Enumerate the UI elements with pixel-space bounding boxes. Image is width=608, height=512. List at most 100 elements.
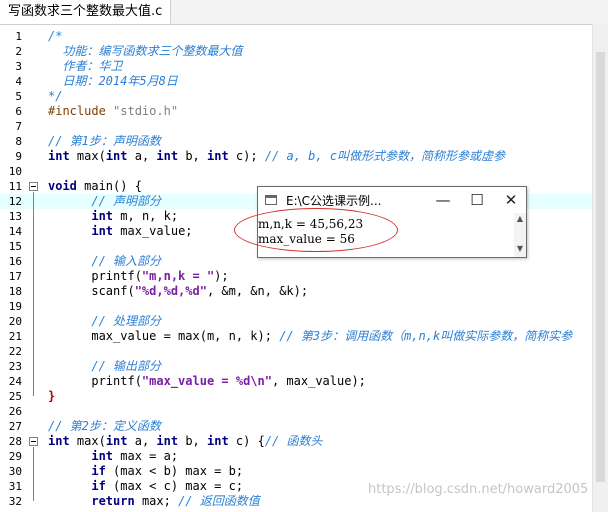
code-text: int max_value; [48,224,192,239]
console-output-line: m,n,k = 45,56,23 [258,217,364,231]
code-token: // 返回函数值 [178,494,260,508]
line-number: 25 [8,390,22,403]
code-text: // 输入部分 [48,254,161,269]
console-window[interactable]: E:\C公选课示例... — ☐ ✕ m,n,k = 45,56,23 max_… [257,186,527,258]
code-token: 功能：编写函数求三个整数最大值 [48,44,243,58]
code-token: if [91,464,106,478]
line-number: 28 [8,435,22,448]
code-line[interactable]: 6 #include "stdio.h" [0,104,592,119]
code-token: c); [228,149,265,163]
code-line[interactable]: 2 功能：编写函数求三个整数最大值 [0,44,592,59]
line-number: 27 [8,420,22,433]
code-text: 日期：2014年5月8日 [48,74,178,89]
code-text: /* [48,29,62,44]
console-title: E:\C公选课示例... [286,194,382,208]
line-number: 20 [8,315,22,328]
code-line[interactable]: 20 // 处理部分 [0,314,592,329]
code-token: int [91,209,114,223]
code-text: return max; // 返回函数值 [48,494,260,509]
code-line[interactable]: 7 [0,119,592,134]
code-line[interactable]: 28 int max(int a, int b, int c) {// 函数头 [0,434,592,449]
scroll-up-arrow-icon[interactable]: ▲ [515,214,525,223]
code-line[interactable]: 19 [0,299,592,314]
code-text: */ [48,89,62,104]
code-text: scanf("%d,%d,%d", &m, &n, &k); [48,284,308,299]
code-token: #include [48,104,114,118]
code-token: int [156,149,179,163]
line-number: 7 [15,120,22,133]
code-line[interactable]: 24 printf("max_value = %d\n", max_value)… [0,374,592,389]
code-line[interactable]: 29 int max = a; [0,449,592,464]
line-number: 16 [8,255,22,268]
code-token: "stdio.h" [113,104,179,118]
code-token: int [156,434,179,448]
code-token: main() { [76,179,142,193]
tab-file[interactable]: 写函数求三个整数最大值.c [0,0,172,24]
code-line[interactable]: 5 */ [0,89,592,104]
fold-guide [33,192,34,396]
code-token: int [105,434,128,448]
code-token: int [48,149,70,163]
code-token: int [91,224,114,238]
code-token: printf( [48,374,142,388]
code-line[interactable]: 25} [0,389,592,404]
code-token: max( [69,434,106,448]
code-line[interactable]: 17 printf("m,n,k = "); [0,269,592,284]
code-token: int [207,149,229,163]
code-token: void [48,179,77,193]
line-number: 10 [8,165,22,178]
code-line[interactable]: 4 日期：2014年5月8日 [0,74,592,89]
code-line[interactable]: 27 // 第2步：定义函数 [0,419,592,434]
console-titlebar[interactable]: E:\C公选课示例... — ☐ ✕ [258,187,526,213]
fold-toggle-icon[interactable] [29,182,38,191]
line-number: 17 [8,270,22,283]
code-line[interactable]: 1 /* [0,29,592,44]
code-line[interactable]: 21 max_value = max(m, n, k); // 第3步：调用函数… [0,329,592,344]
scroll-down-arrow-icon[interactable]: ▼ [515,244,525,253]
scrollbar-thumb[interactable] [596,52,605,482]
code-token: // 第3步：调用函数（m,n,k叫做实际参数，简称实参 [279,329,573,343]
console-app-icon [265,195,277,205]
code-text: printf("m,n,k = "); [48,269,228,284]
minimize-button[interactable]: — [426,187,460,213]
code-token: max_value = max(m, n, k); [48,329,280,343]
line-number: 8 [15,135,22,148]
code-line[interactable]: 3 作者：华卫 [0,59,592,74]
code-token: (max < b) max = b; [105,464,244,478]
code-token: max( [69,149,106,163]
fold-toggle-icon[interactable] [29,437,38,446]
code-text: int m, n, k; [48,209,178,224]
code-line[interactable]: 30 if (max < b) max = b; [0,464,592,479]
console-output: m,n,k = 45,56,23 max_value = 56 [258,213,514,257]
code-line[interactable]: 10 [0,164,592,179]
code-editor[interactable]: 1/* 2 功能：编写函数求三个整数最大值 3 作者：华卫 4 日期：2014年5月8… [0,24,592,512]
maximize-button[interactable]: ☐ [460,187,494,213]
code-line[interactable]: 8 // 第1步：声明函数 [0,134,592,149]
code-text: 作者：华卫 [48,59,122,74]
code-text: if (max < b) max = b; [48,464,243,479]
code-text: // 输出部分 [48,359,161,374]
code-text: // 第2步：定义函数 [48,419,161,434]
code-text: printf("max_value = %d\n", max_value); [48,374,366,389]
line-number: 1 [15,30,22,43]
vertical-scrollbar[interactable] [592,24,608,512]
code-line[interactable]: 9 int max(int a, int b, int c); // a, b, … [0,149,592,164]
code-token: int [48,434,70,448]
code-text: // 第1步：声明函数 [48,134,161,149]
console-scrollbar[interactable]: ▲ ▼ [514,213,526,257]
line-number: 2 [15,45,22,58]
code-line[interactable]: 22 [0,344,592,359]
code-token: int [207,434,229,448]
code-text: void main() { [48,179,142,194]
line-number: 18 [8,285,22,298]
code-line[interactable]: 18 scanf("%d,%d,%d", &m, &n, &k); [0,284,592,299]
line-number: 24 [8,375,22,388]
code-token: if [91,479,106,493]
code-token: 日期：2014年5月8日 [48,74,178,88]
code-token: // 第2步：定义函数 [48,419,161,433]
code-line[interactable]: 23 // 输出部分 [0,359,592,374]
code-token: 作者：华卫 [48,59,123,73]
close-button[interactable]: ✕ [494,187,528,213]
code-token: */ [48,89,63,103]
code-line[interactable]: 26 [0,404,592,419]
